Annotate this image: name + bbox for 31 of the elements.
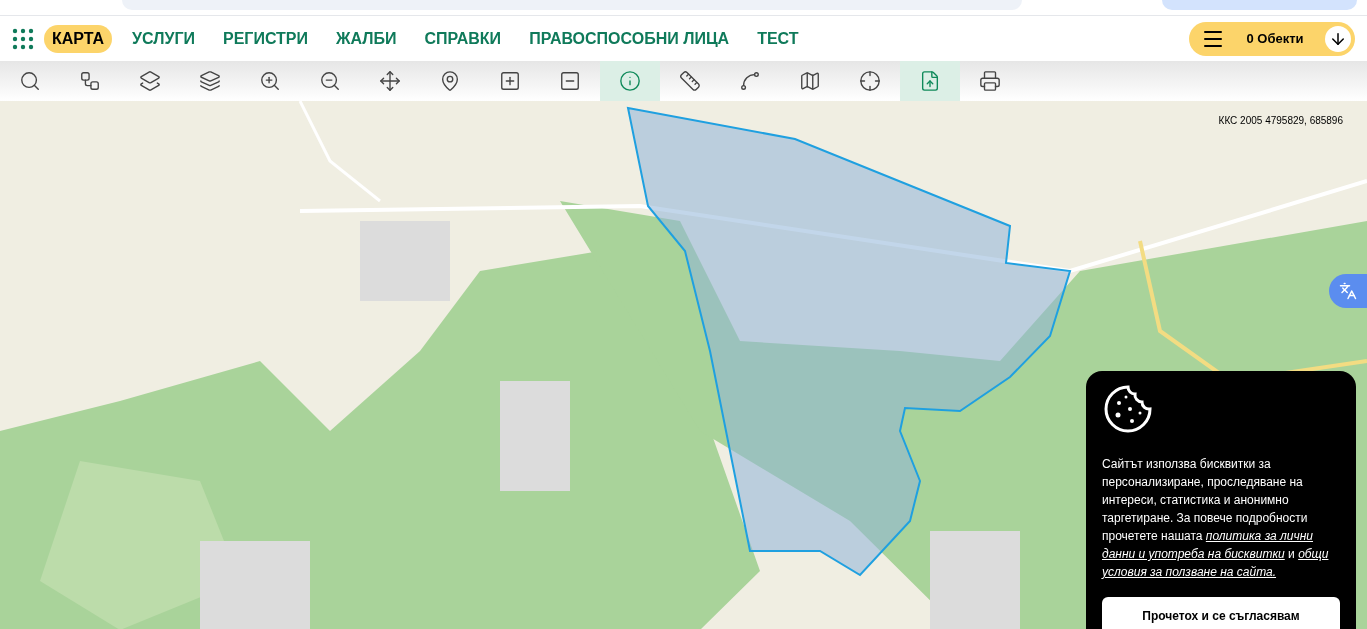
download-icon xyxy=(1325,25,1351,52)
zoom-out-icon xyxy=(319,70,341,92)
layer-icon xyxy=(139,70,161,92)
zoom-in-icon xyxy=(259,70,281,92)
ruler-icon xyxy=(679,70,701,92)
apps-grid-icon[interactable] xyxy=(12,27,34,50)
crosshair-icon xyxy=(859,70,881,92)
square-minus-icon xyxy=(559,70,581,92)
nav-link[interactable]: СПРАВКИ xyxy=(416,24,510,53)
map-pin-icon xyxy=(439,70,461,92)
search-icon xyxy=(19,70,41,92)
cookie-icon xyxy=(1102,383,1154,435)
nav-link[interactable]: КАРТА xyxy=(44,24,113,53)
square-plus-icon xyxy=(499,70,521,92)
nav-link[interactable]: ПРАВОСПОСОБНИ ЛИЦА xyxy=(521,24,738,53)
cookie-notice-text: Сайтът използва бисквитки за персонализиране, проследяване на интереси, статистика и анонимно таргетиране. За повече подробности прочетете нашата политика за лични данни и употреба на бисквитки и общи условия за ползване на сайта. xyxy=(1102,456,1330,581)
map-icon xyxy=(799,70,821,92)
coordinates-readout: ККС 2005 4795829, 685896 xyxy=(1218,114,1343,128)
nav-link[interactable]: УСЛУГИ xyxy=(124,24,203,53)
info-icon xyxy=(619,70,641,92)
nav-link[interactable]: РЕГИСТРИ xyxy=(214,24,316,53)
accept-button[interactable]: Прочетох и се съгласявам xyxy=(1102,597,1340,629)
file-upload-icon xyxy=(919,70,941,92)
translate-button[interactable] xyxy=(1329,274,1367,308)
move-icon xyxy=(379,70,401,92)
nav-link[interactable]: ЖАЛБИ xyxy=(328,24,405,53)
nav-link[interactable]: ТЕСТ xyxy=(749,24,807,53)
translate-icon xyxy=(1339,282,1357,300)
printer-icon xyxy=(979,70,1001,92)
objects-button[interactable]: 0 Обекти xyxy=(1189,21,1355,56)
layers-icon xyxy=(199,70,221,92)
